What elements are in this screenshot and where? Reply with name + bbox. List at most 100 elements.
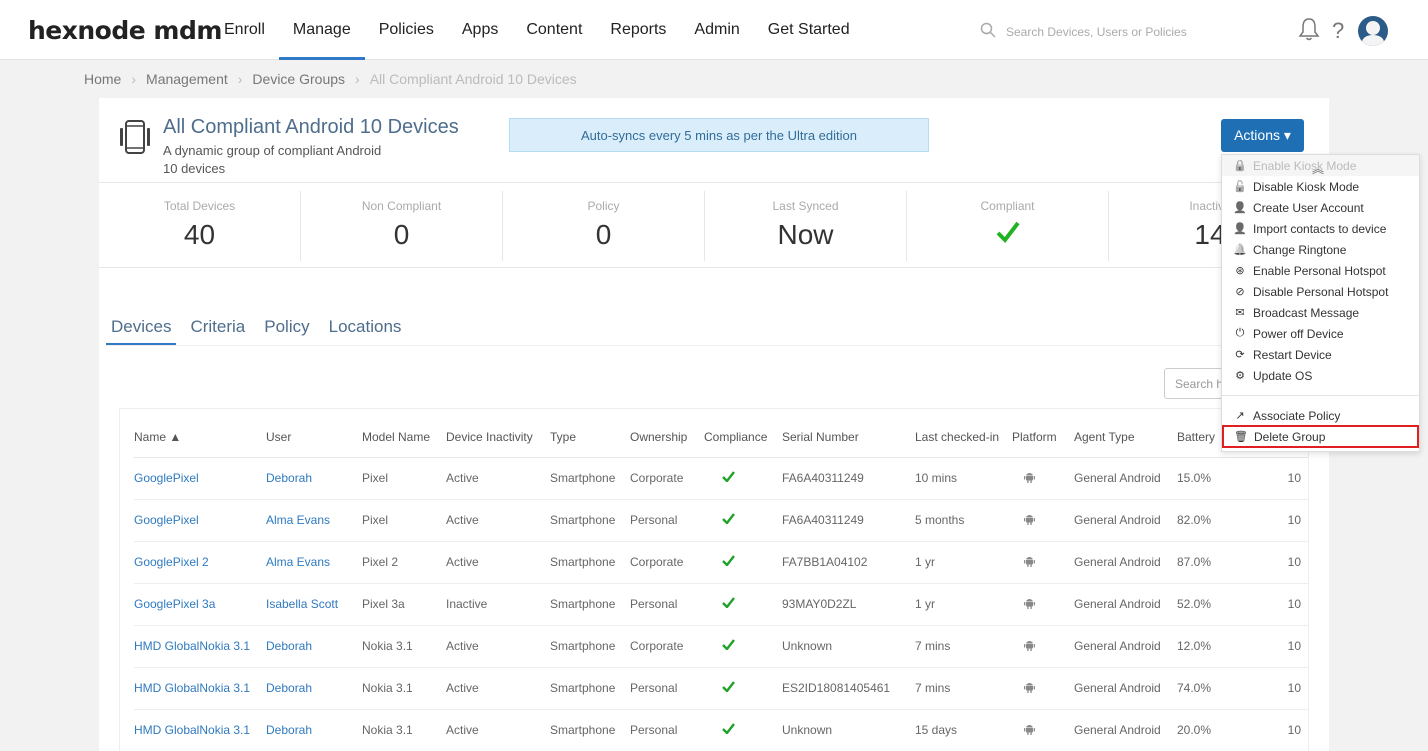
extra-cell: 10	[1247, 625, 1308, 668]
nav-get-started[interactable]: Get Started	[754, 0, 864, 60]
android-icon	[1023, 598, 1035, 609]
nav-enroll[interactable]: Enroll	[210, 0, 279, 60]
nav-apps[interactable]: Apps	[448, 0, 512, 60]
menu-item-delete-group[interactable]: 🗑 Delete Group	[1222, 425, 1419, 448]
nav-content[interactable]: Content	[512, 0, 596, 60]
compliance-cell	[704, 667, 782, 710]
stat-total-devices[interactable]: Total Devices 40	[99, 191, 301, 261]
chevron-right-icon: ›	[355, 71, 360, 87]
device-name-link[interactable]: GooglePixel 3a	[134, 583, 266, 626]
col-last-checked[interactable]: Last checked-in	[915, 417, 1012, 458]
device-name-link[interactable]: HMD GlobalNokia 3.1	[134, 625, 266, 668]
battery-cell: 74.0%	[1177, 667, 1247, 710]
col-serial[interactable]: Serial Number	[782, 417, 915, 458]
user-link[interactable]: Deborah	[266, 625, 362, 668]
search-input[interactable]	[1006, 25, 1226, 39]
user-link[interactable]: Deborah	[266, 709, 362, 751]
user-link[interactable]: Deborah	[266, 457, 362, 500]
user-link[interactable]: Deborah	[266, 667, 362, 710]
type-cell: Smartphone	[550, 583, 630, 626]
avatar[interactable]	[1358, 16, 1389, 46]
inactivity-cell: Active	[446, 625, 550, 668]
table-row[interactable]: HMD GlobalNokia 3.1 Deborah Nokia 3.1 Activ…	[134, 667, 1308, 710]
serial-cell: FA6A40311249	[782, 499, 915, 542]
menu-item-import-contacts-to-device[interactable]: 👤 Import contacts to device	[1222, 218, 1419, 239]
device-name-link[interactable]: GooglePixel	[134, 499, 266, 542]
col-inactivity[interactable]: Device Inactivity	[446, 417, 550, 458]
menu-item-label: Import contacts to device	[1253, 221, 1387, 236]
model-cell: Pixel 2	[362, 541, 446, 584]
model-cell: Nokia 3.1	[362, 667, 446, 710]
menu-item-broadcast-message[interactable]: ✉ Broadcast Message	[1222, 302, 1419, 323]
app-logo[interactable]: hexnode mdm	[28, 16, 222, 45]
menu-item-power-off-device[interactable]: ⏻ Power off Device	[1222, 323, 1419, 344]
bell-icon[interactable]	[1298, 17, 1320, 46]
device-name-link[interactable]: HMD GlobalNokia 3.1	[134, 667, 266, 710]
device-name-link[interactable]: GooglePixel 2	[134, 541, 266, 584]
tab-devices[interactable]: Devices	[106, 317, 177, 346]
menu-item-label: Enable Personal Hotspot	[1253, 263, 1386, 278]
menu-item-associate-policy[interactable]: ↗ Associate Policy	[1222, 405, 1419, 426]
table-row[interactable]: GooglePixel 3a Isabella Scott Pixel 3a Inac…	[134, 583, 1308, 626]
refresh-icon: ⟳	[1235, 349, 1245, 361]
col-compliance[interactable]: Compliance	[704, 417, 782, 458]
menu-item-disable-kiosk-mode[interactable]: 🔓 Disable Kiosk Mode	[1222, 176, 1419, 197]
breadcrumb-device-groups[interactable]: Device Groups	[252, 71, 345, 87]
col-model[interactable]: Model Name	[362, 417, 446, 458]
lock-icon: 🔒	[1233, 160, 1247, 172]
menu-item-label: Restart Device	[1253, 347, 1332, 362]
menu-item-change-ringtone[interactable]: 🔔 Change Ringtone	[1222, 239, 1419, 260]
table-row[interactable]: GooglePixel Deborah Pixel Active Smartphone C…	[134, 457, 1308, 500]
breadcrumb-management[interactable]: Management	[146, 71, 228, 87]
compliance-cell	[704, 541, 782, 584]
hotspot-off-icon: ⊘	[1235, 286, 1245, 298]
table-row[interactable]: GooglePixel Alma Evans Pixel Active Smartpho…	[134, 499, 1308, 542]
user-link[interactable]: Isabella Scott	[266, 583, 362, 626]
tab-locations[interactable]: Locations	[324, 317, 407, 346]
col-ownership[interactable]: Ownership	[630, 417, 704, 458]
menu-item-create-user-account[interactable]: 👤 Create User Account	[1222, 197, 1419, 218]
ownership-cell: Personal	[630, 499, 704, 542]
share-icon: ↗	[1235, 410, 1245, 422]
col-agent-type[interactable]: Agent Type	[1074, 417, 1177, 458]
stat-value: 0	[393, 219, 410, 250]
tab-criteria[interactable]: Criteria	[185, 317, 250, 346]
nav-admin[interactable]: Admin	[680, 0, 753, 60]
android-icon	[1023, 724, 1035, 735]
table-row[interactable]: GooglePixel 2 Alma Evans Pixel 2 Active Smar…	[134, 541, 1308, 584]
nav-manage[interactable]: Manage	[278, 0, 365, 60]
checkmark-icon	[721, 471, 735, 483]
col-type[interactable]: Type	[550, 417, 630, 458]
device-name-link[interactable]: GooglePixel	[134, 457, 266, 500]
stat-non-compliant[interactable]: Non Compliant 0	[301, 191, 503, 261]
last-checked-cell: 15 days	[915, 709, 1012, 751]
last-checked-cell: 7 mins	[915, 625, 1012, 668]
menu-item-restart-device[interactable]: ⟳ Restart Device	[1222, 344, 1419, 365]
user-link[interactable]: Alma Evans	[266, 499, 362, 542]
actions-button[interactable]: Actions ▾	[1221, 119, 1304, 152]
col-user[interactable]: User	[266, 417, 362, 458]
ownership-cell: Personal	[630, 667, 704, 710]
col-name[interactable]: Name ▲	[134, 417, 266, 458]
android-icon	[1023, 640, 1035, 651]
agent-type-cell: General Android	[1074, 457, 1177, 500]
nav-policies[interactable]: Policies	[365, 0, 448, 60]
device-name-link[interactable]: HMD GlobalNokia 3.1	[134, 709, 266, 751]
table-row[interactable]: HMD GlobalNokia 3.1 Deborah Nokia 3.1 Activ…	[134, 709, 1308, 751]
extra-cell: 10	[1247, 667, 1308, 710]
user-link[interactable]: Alma Evans	[266, 541, 362, 584]
stat-policy[interactable]: Policy 0	[503, 191, 705, 261]
stat-label: Policy	[587, 199, 620, 213]
menu-item-disable-personal-hotspot[interactable]: ⊘ Disable Personal Hotspot	[1222, 281, 1419, 302]
menu-item-update-os[interactable]: ⚙ Update OS	[1222, 365, 1419, 386]
table-row[interactable]: HMD GlobalNokia 3.1 Deborah Nokia 3.1 Activ…	[134, 625, 1308, 668]
extra-cell: 10	[1247, 541, 1308, 584]
chevron-up-double-icon[interactable]: ︽	[1312, 160, 1324, 177]
nav-reports[interactable]: Reports	[596, 0, 680, 60]
col-platform[interactable]: Platform	[1012, 417, 1074, 458]
breadcrumb-home[interactable]: Home	[84, 71, 121, 87]
help-icon[interactable]: ?	[1332, 18, 1344, 44]
menu-item-enable-personal-hotspot[interactable]: ⊛ Enable Personal Hotspot	[1222, 260, 1419, 281]
envelope-icon: ✉	[1235, 307, 1245, 319]
tab-policy[interactable]: Policy	[259, 317, 314, 346]
